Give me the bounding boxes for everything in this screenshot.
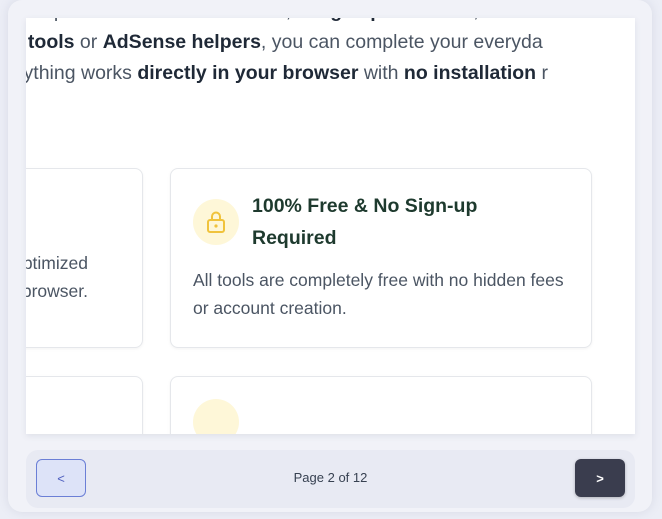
intro-line-2: s, security tools or AdSense helpers, yo… bbox=[26, 27, 635, 58]
bold-text: text bbox=[484, 18, 519, 22]
text-segment: , bbox=[286, 18, 297, 22]
feature-card bbox=[170, 376, 592, 434]
feature-icon bbox=[193, 399, 239, 434]
text-segment: with bbox=[358, 62, 404, 84]
bold-text: PDF tools bbox=[195, 18, 286, 22]
feature-card-description: All tools are completely free with no hi… bbox=[193, 270, 564, 318]
text-segment: , you can complete your everyda bbox=[260, 31, 543, 53]
bold-text: image optimization bbox=[297, 18, 474, 22]
bold-text: security tools bbox=[26, 31, 75, 53]
page-indicator: Page 2 of 12 bbox=[293, 470, 368, 485]
intro-line-3: place. Everything works directly in your… bbox=[26, 58, 635, 89]
slide-content: of visiting multiple websites for PDF to… bbox=[26, 18, 635, 434]
feature-card-title: 100% Free & No Sign-up Required bbox=[252, 195, 478, 249]
text-segment: or bbox=[74, 31, 103, 53]
feature-card-efficient: cient with our optimized ht in your brow… bbox=[26, 168, 143, 348]
feature-card-title: cient bbox=[26, 199, 140, 231]
bold-text: AdSense helpers bbox=[102, 31, 261, 53]
bold-text: no installation bbox=[403, 62, 537, 84]
text-segment: of visiting multiple websites for bbox=[26, 18, 195, 22]
feature-card bbox=[26, 376, 143, 434]
feature-card-free: 100% Free & No Sign-up Required All tool… bbox=[170, 168, 592, 348]
intro-line-1: of visiting multiple websites for PDF to… bbox=[26, 18, 635, 27]
slide-viewport[interactable]: of visiting multiple websites for PDF to… bbox=[26, 18, 635, 434]
lock-icon bbox=[193, 199, 239, 245]
description-line: with our optimized bbox=[26, 253, 88, 273]
pagination-bar: < Page 2 of 12 > bbox=[26, 450, 635, 508]
feature-card-description: with our optimized ht in your browser. bbox=[26, 249, 140, 305]
description-line: ht in your browser. bbox=[26, 281, 88, 301]
text-segment: , bbox=[473, 18, 484, 22]
bold-text: directly in your browser bbox=[137, 62, 359, 84]
next-page-button[interactable]: > bbox=[575, 459, 625, 497]
text-segment: place. Everything works bbox=[26, 62, 132, 84]
text-segment: r bbox=[536, 62, 549, 84]
